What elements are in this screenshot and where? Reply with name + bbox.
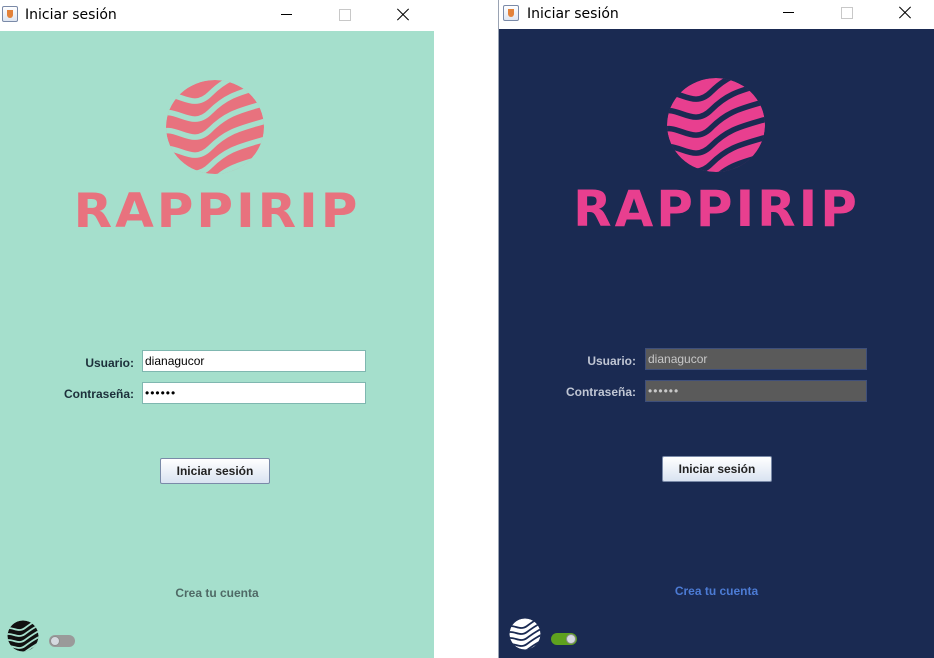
brand-wordmark: RAPPIRIP xyxy=(573,180,860,238)
password-label: Contraseña: xyxy=(565,385,636,399)
window-title: Iniciar sesión xyxy=(527,6,619,22)
title-bar[interactable]: Iniciar sesión xyxy=(0,0,434,31)
username-field[interactable]: dianagucor xyxy=(645,348,867,370)
maximize-button[interactable] xyxy=(832,2,862,24)
brand-wordmark: RAPPIRIP xyxy=(73,183,361,239)
brand-logo-icon xyxy=(667,78,765,172)
theme-logo-icon xyxy=(7,620,39,652)
dark-mode-toggle[interactable] xyxy=(49,635,75,647)
create-account-link[interactable]: Crea tu cuenta xyxy=(0,586,434,600)
password-label: Contraseña: xyxy=(63,387,134,401)
close-button[interactable] xyxy=(890,2,920,24)
login-button[interactable]: Iniciar sesión xyxy=(160,458,270,484)
java-app-icon xyxy=(503,5,519,21)
minimize-button[interactable] xyxy=(271,4,301,26)
username-label: Usuario: xyxy=(85,356,134,370)
login-panel: RAPPIRIP Usuario: dianagucor Contraseña:… xyxy=(0,31,434,658)
brand-logo-icon xyxy=(166,80,264,174)
password-field[interactable]: •••••• xyxy=(645,380,867,402)
password-field[interactable]: •••••• xyxy=(142,382,366,404)
close-button[interactable] xyxy=(388,4,418,26)
java-app-icon xyxy=(2,6,18,22)
login-panel: RAPPIRIP Usuario: dianagucor Contraseña:… xyxy=(499,29,934,658)
login-window-dark: Iniciar sesión RAPPIRIP Usuario: dianagu… xyxy=(498,0,934,658)
maximize-button[interactable] xyxy=(330,4,360,26)
dark-mode-toggle[interactable] xyxy=(551,633,577,645)
theme-logo-icon xyxy=(509,618,541,650)
username-field[interactable]: dianagucor xyxy=(142,350,366,372)
login-button[interactable]: Iniciar sesión xyxy=(662,456,772,482)
minimize-button[interactable] xyxy=(773,2,803,24)
toggle-knob xyxy=(566,634,576,644)
toggle-knob xyxy=(50,636,60,646)
login-window-light: Iniciar sesión RAPPIRIP Usuario: dianagu… xyxy=(0,0,434,658)
create-account-link[interactable]: Crea tu cuenta xyxy=(499,584,934,598)
window-title: Iniciar sesión xyxy=(25,7,117,23)
username-label: Usuario: xyxy=(587,354,636,368)
title-bar[interactable]: Iniciar sesión xyxy=(499,0,934,29)
